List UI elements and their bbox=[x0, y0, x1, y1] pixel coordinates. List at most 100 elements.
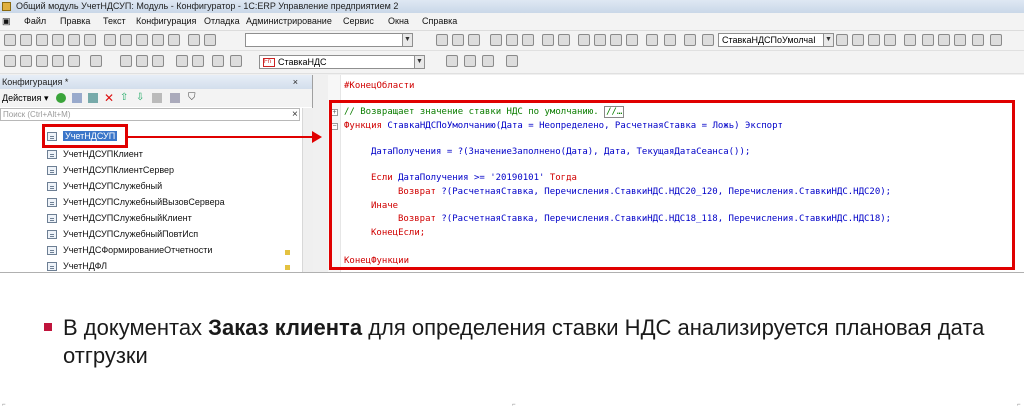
tools-icon[interactable] bbox=[922, 34, 934, 46]
menu-text[interactable]: Текст bbox=[103, 13, 126, 30]
find-all-icon[interactable] bbox=[884, 34, 896, 46]
find-icon[interactable] bbox=[684, 34, 696, 46]
module-icon[interactable] bbox=[4, 55, 16, 67]
edit-icon[interactable] bbox=[72, 93, 82, 103]
form-icon[interactable] bbox=[20, 55, 32, 67]
help-icon[interactable] bbox=[972, 34, 984, 46]
goto-definition-icon[interactable] bbox=[446, 55, 458, 67]
menu-debug[interactable]: Отладка bbox=[204, 13, 240, 30]
tree-item[interactable]: УчетНДФЛ bbox=[47, 259, 107, 272]
sort-icon[interactable] bbox=[152, 93, 162, 103]
cut-icon[interactable] bbox=[490, 34, 502, 46]
back-icon[interactable] bbox=[610, 34, 622, 46]
print-icon[interactable] bbox=[542, 34, 554, 46]
window-icon[interactable] bbox=[904, 34, 916, 46]
new-icon[interactable] bbox=[436, 34, 448, 46]
redo-icon[interactable] bbox=[594, 34, 606, 46]
syntax-assistant-icon[interactable] bbox=[938, 34, 950, 46]
call-stack-icon[interactable] bbox=[136, 34, 148, 46]
indent-icon[interactable] bbox=[120, 55, 132, 67]
bookmark-icon[interactable] bbox=[664, 34, 676, 46]
title-bar: Общий модуль УчетНДСУП: Модуль - Конфигу… bbox=[0, 0, 1024, 13]
debug-start-icon[interactable] bbox=[68, 55, 80, 67]
clear-search-icon[interactable] bbox=[836, 34, 848, 46]
toggle-breakpoint-icon[interactable] bbox=[84, 34, 96, 46]
close-icon[interactable]: × bbox=[293, 75, 298, 89]
outdent-icon[interactable] bbox=[136, 55, 148, 67]
options-icon[interactable] bbox=[954, 34, 966, 46]
search-input[interactable]: СтавкаНДСПоУмолчаI bbox=[718, 33, 824, 47]
tree-item[interactable]: УчетНДСУПСлужебныйВызовСервера bbox=[47, 195, 225, 210]
find-prev-icon[interactable] bbox=[852, 34, 864, 46]
paste-icon[interactable] bbox=[522, 34, 534, 46]
procedure-list-icon[interactable] bbox=[230, 55, 242, 67]
undo-icon[interactable] bbox=[578, 34, 590, 46]
actions-menu-button[interactable]: Действия ▾ bbox=[2, 89, 48, 107]
replace-icon[interactable] bbox=[646, 34, 658, 46]
search-icon[interactable] bbox=[702, 34, 714, 46]
tables-icon[interactable] bbox=[152, 34, 164, 46]
menu-file[interactable]: Файл bbox=[24, 13, 46, 30]
step-into-icon[interactable] bbox=[4, 34, 16, 46]
collapse-icon[interactable] bbox=[482, 55, 494, 67]
copy-icon[interactable] bbox=[506, 34, 518, 46]
compare-icon[interactable] bbox=[90, 55, 102, 67]
add-icon[interactable] bbox=[56, 93, 66, 103]
app-icon bbox=[2, 2, 11, 11]
breakpoint-icon[interactable] bbox=[68, 34, 80, 46]
module-item-icon bbox=[47, 246, 57, 256]
expression-input[interactable] bbox=[245, 33, 403, 47]
block-icon[interactable] bbox=[152, 55, 164, 67]
watch-icon[interactable] bbox=[104, 34, 116, 46]
clear-icon[interactable]: × bbox=[292, 109, 298, 120]
preview-icon[interactable] bbox=[558, 34, 570, 46]
tree-item[interactable]: УчетНДСУПКлиентСервер bbox=[47, 163, 174, 178]
expand-icon[interactable] bbox=[464, 55, 476, 67]
list-icon[interactable] bbox=[170, 93, 180, 103]
expression-dropdown[interactable]: ▼ bbox=[402, 33, 413, 47]
tree-item[interactable]: УчетНДСФормированиеОтчетности bbox=[47, 243, 212, 258]
timer-icon[interactable] bbox=[204, 34, 216, 46]
info-icon[interactable] bbox=[990, 34, 1002, 46]
find-next-icon[interactable] bbox=[868, 34, 880, 46]
update-icon[interactable] bbox=[52, 55, 64, 67]
evaluate-icon[interactable] bbox=[120, 34, 132, 46]
uncomment-icon[interactable] bbox=[192, 55, 204, 67]
tree-item[interactable]: УчетНДСУПСлужебныйКлиент bbox=[47, 211, 192, 226]
tree-item[interactable]: УчетНДСУПКлиент bbox=[47, 147, 143, 162]
menu-service[interactable]: Сервис bbox=[343, 13, 374, 30]
annotation-arrow bbox=[128, 136, 316, 138]
tree-item[interactable]: УчетНДСУПСлужебныйПовтИсп bbox=[47, 227, 198, 242]
procedure-combo[interactable]: Fn СтавкаНДС bbox=[259, 55, 415, 69]
params-icon[interactable] bbox=[168, 34, 180, 46]
menu-edit[interactable]: Правка bbox=[60, 13, 90, 30]
filter-icon[interactable]: ⛉ bbox=[188, 89, 196, 107]
menu-windows[interactable]: Окна bbox=[388, 13, 409, 30]
slide-corner-mark: ⌐ bbox=[1017, 402, 1021, 408]
tree-item[interactable]: УчетНДСУПСлужебный bbox=[47, 179, 162, 194]
save-icon[interactable] bbox=[468, 34, 480, 46]
menu-administration[interactable]: Администрирование bbox=[246, 13, 332, 30]
format-icon[interactable] bbox=[212, 55, 224, 67]
copy-item-icon[interactable] bbox=[88, 93, 98, 103]
search-field[interactable]: Поиск (Ctrl+Alt+M) bbox=[0, 108, 300, 121]
search-dropdown[interactable]: ▼ bbox=[823, 33, 834, 47]
move-up-icon[interactable]: ⇧ bbox=[120, 89, 128, 107]
delete-icon[interactable]: ✕ bbox=[104, 90, 114, 106]
step-out-icon[interactable] bbox=[36, 34, 48, 46]
step-over-icon[interactable] bbox=[20, 34, 32, 46]
run-to-cursor-icon[interactable] bbox=[52, 34, 64, 46]
database-icon[interactable] bbox=[36, 55, 48, 67]
procedure-dropdown[interactable]: ▼ bbox=[414, 55, 425, 69]
menu-help[interactable]: Справка bbox=[422, 13, 457, 30]
app-menu-icon[interactable]: ▣ bbox=[2, 13, 11, 30]
bookmarks-icon[interactable] bbox=[506, 55, 518, 67]
comment-icon[interactable] bbox=[176, 55, 188, 67]
procedure-combo-value: СтавкаНДС bbox=[278, 57, 327, 67]
forward-icon[interactable] bbox=[626, 34, 638, 46]
move-down-icon[interactable]: ⇩ bbox=[136, 89, 144, 107]
menu-configuration[interactable]: Конфигурация bbox=[136, 13, 196, 30]
open-icon[interactable] bbox=[452, 34, 464, 46]
measure-icon[interactable] bbox=[188, 34, 200, 46]
configuration-panel-header: Конфигурация * × bbox=[0, 75, 312, 89]
